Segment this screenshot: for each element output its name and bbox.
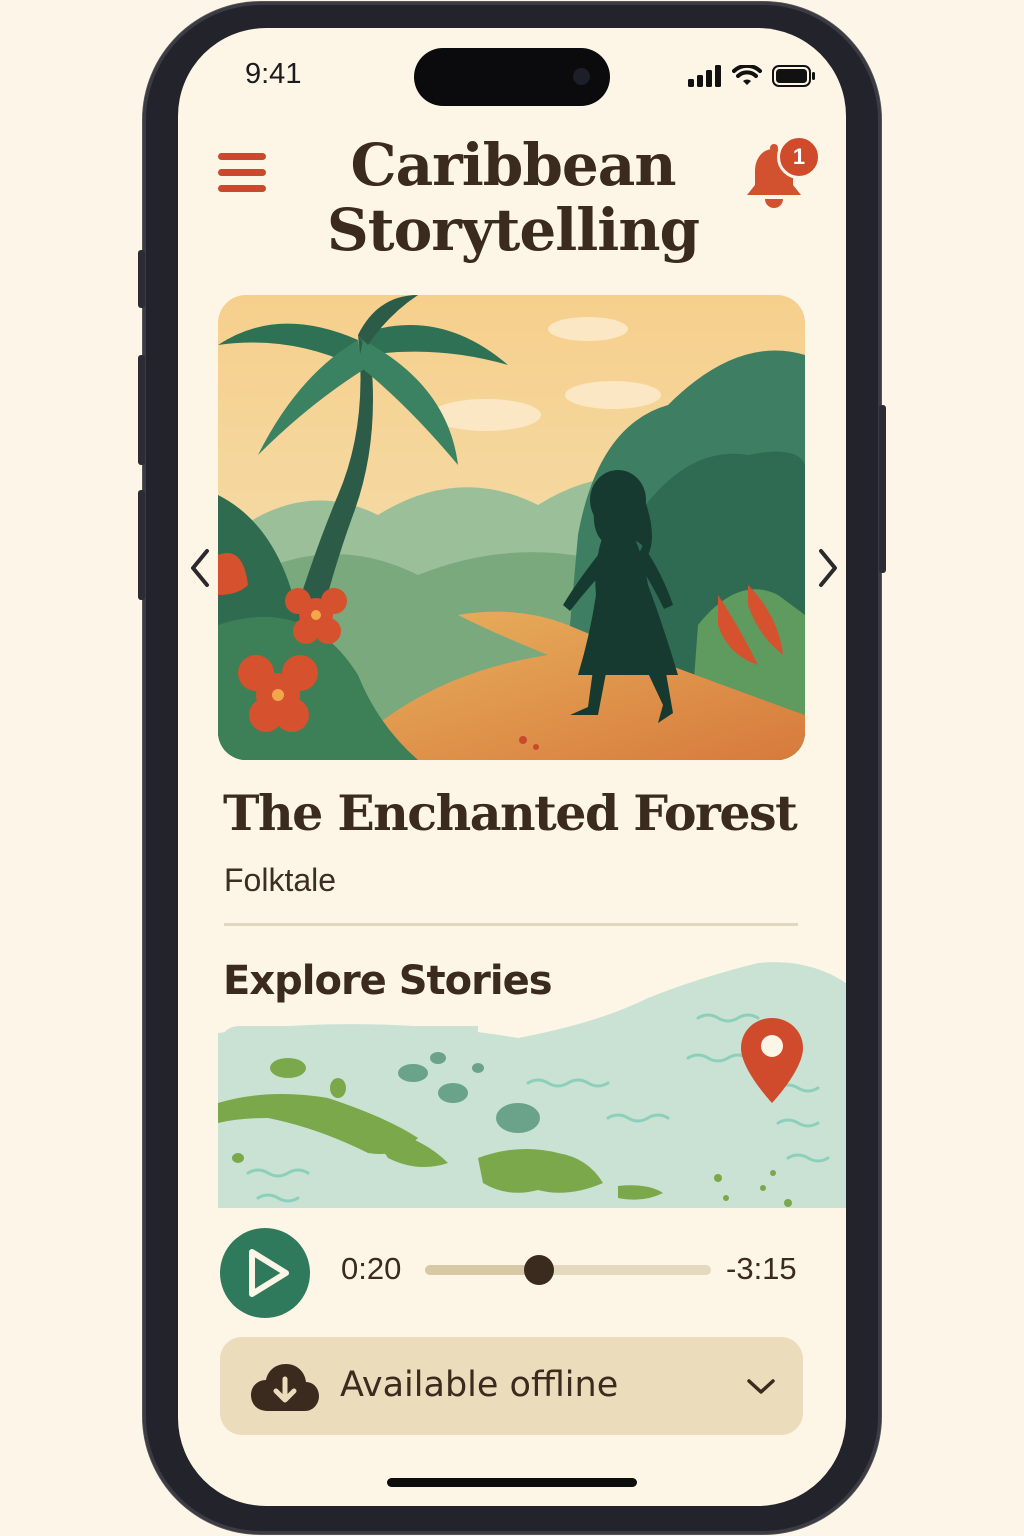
- app-title: Caribbean Storytelling: [278, 133, 748, 263]
- app-title-line2: Storytelling: [326, 196, 700, 264]
- progress-fill: [425, 1265, 540, 1275]
- progress-slider[interactable]: [425, 1255, 711, 1285]
- volume-up-button: [138, 355, 145, 465]
- featured-story-image[interactable]: [218, 295, 805, 760]
- hamburger-menu-icon[interactable]: [218, 153, 270, 199]
- divider: [224, 923, 798, 926]
- volume-down-button: [138, 490, 145, 600]
- elapsed-time: 0:20: [341, 1251, 402, 1286]
- chevron-down-icon: [747, 1379, 775, 1394]
- notifications-button[interactable]: 1: [743, 133, 823, 213]
- home-indicator[interactable]: [387, 1478, 637, 1487]
- available-offline-dropdown[interactable]: Available offline: [220, 1337, 803, 1435]
- play-button[interactable]: [220, 1228, 310, 1318]
- notification-badge: 1: [777, 135, 821, 179]
- play-icon: [249, 1249, 289, 1297]
- app-title-line1: Caribbean: [350, 131, 676, 199]
- cloud-download-icon: [251, 1364, 319, 1411]
- offline-label: Available offline: [340, 1365, 619, 1405]
- signal-icon: [688, 65, 721, 87]
- status-time: 9:41: [245, 58, 302, 90]
- dynamic-island: [414, 48, 610, 106]
- story-title[interactable]: The Enchanted Forest: [223, 784, 798, 842]
- slider-thumb[interactable]: [524, 1255, 555, 1285]
- action-button: [138, 250, 145, 308]
- battery-icon: [772, 65, 815, 87]
- explore-title: Explore Stories: [223, 958, 553, 1004]
- app-screen: 9:41 Caribbean Storytelling 1 The Enchan…: [178, 28, 846, 1506]
- remaining-time: -3:15: [726, 1251, 797, 1286]
- story-genre: Folktale: [224, 862, 337, 898]
- carousel-next-icon[interactable]: [811, 543, 845, 593]
- wifi-icon: [732, 65, 762, 85]
- status-bar: 9:41: [178, 28, 846, 118]
- carousel-prev-icon[interactable]: [183, 543, 217, 593]
- power-button: [879, 405, 886, 573]
